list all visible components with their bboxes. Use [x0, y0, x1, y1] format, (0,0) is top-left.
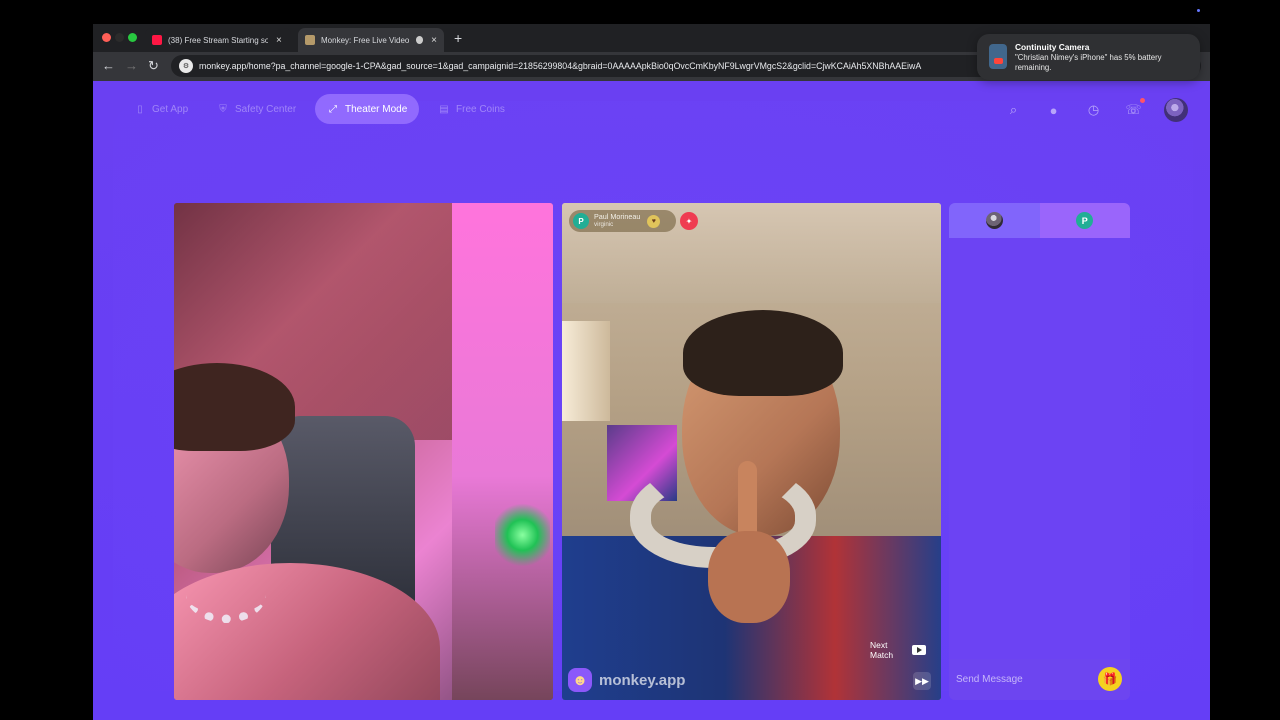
- history-icon[interactable]: ◷: [1084, 101, 1103, 120]
- forward-icon[interactable]: →: [125, 58, 138, 73]
- continuity-camera-notification[interactable]: Continuity Camera "Christian Nimey's iPh…: [977, 34, 1200, 80]
- safety-center-label: Safety Center: [235, 103, 297, 115]
- get-app-link[interactable]: ▯ Get App: [134, 94, 188, 124]
- play-icon: [912, 645, 926, 655]
- next-match-button[interactable]: Next Match: [870, 640, 926, 660]
- new-tab-button[interactable]: +: [454, 30, 462, 46]
- safety-center-link[interactable]: ⛨ Safety Center: [217, 94, 296, 124]
- partner-avatar: P: [1076, 212, 1094, 229]
- messages-icon[interactable]: ☏: [1124, 97, 1145, 120]
- person-hair: [683, 310, 843, 396]
- window-glow: [562, 321, 610, 421]
- partner-profile-chip[interactable]: P Paul Morineau virginic ♥: [569, 210, 676, 232]
- green-neon-light: [495, 501, 550, 569]
- notification-title: Continuity Camera: [1015, 42, 1090, 52]
- youtube-icon: [152, 35, 162, 45]
- monkey-icon: [305, 35, 315, 45]
- user-avatar: [985, 212, 1003, 229]
- top-right-actions: ⌕ ● ◷ ☏: [1004, 97, 1188, 122]
- message-notification-dot: [1140, 97, 1145, 103]
- url-text: monkey.app/home?pa_channel=google-1-CPA&…: [199, 61, 922, 71]
- self-video-feed: [174, 203, 553, 700]
- minimize-window-dot[interactable]: [115, 33, 124, 42]
- browser-window: (38) Free Stream Starting so × Monkey: F…: [93, 24, 1210, 720]
- theater-mode-button[interactable]: ⤢ Theater Mode: [315, 94, 420, 124]
- gift-icon[interactable]: 🎁: [1098, 667, 1122, 691]
- free-coins-label: Free Coins: [456, 103, 505, 115]
- monkey-face-icon: ☻: [568, 668, 592, 692]
- search-icon[interactable]: ⌕: [1004, 101, 1023, 120]
- chat-tab-self[interactable]: [949, 203, 1040, 238]
- tab-youtube[interactable]: (38) Free Stream Starting so ×: [145, 28, 291, 52]
- reload-icon[interactable]: ↻: [148, 58, 159, 74]
- flag-icon: ✦: [680, 212, 698, 230]
- send-message-placeholder: Send Message: [956, 674, 1023, 685]
- close-window-dot[interactable]: [102, 33, 111, 42]
- next-match-label: Next Match: [870, 640, 894, 660]
- maximize-window-dot[interactable]: [128, 33, 137, 42]
- pink-light: [452, 203, 553, 700]
- message-input[interactable]: Send Message 🎁: [949, 659, 1130, 700]
- partner-name: Paul Morineau: [594, 212, 641, 221]
- tab-close-icon[interactable]: ×: [431, 35, 437, 46]
- chat-panel: P Send Message 🎁: [949, 203, 1130, 700]
- theater-mode-label: Theater Mode: [345, 103, 408, 115]
- status-dot: [1197, 9, 1200, 12]
- back-icon[interactable]: ←: [102, 58, 115, 73]
- silver-chain: [186, 567, 266, 623]
- coin-stack-icon: ▤: [439, 103, 449, 115]
- partner-video-feed: P Paul Morineau virginic ♥ ✦ ☻ monkey.ap…: [562, 203, 941, 700]
- watermark-text: monkey.app: [599, 671, 686, 689]
- skip-forward-icon[interactable]: ▶▶: [913, 672, 931, 690]
- partner-location: virginic: [594, 221, 614, 228]
- user-avatar[interactable]: [1164, 98, 1188, 122]
- profile-circle-icon[interactable]: ●: [1044, 101, 1063, 120]
- site-info-icon[interactable]: ⚙: [179, 59, 193, 73]
- phone-battery-icon: [989, 44, 1007, 69]
- get-app-label: Get App: [152, 103, 189, 115]
- tab-title: Monkey: Free Live Video: [321, 35, 410, 45]
- hand: [708, 531, 790, 623]
- battery-warning-icon: [994, 58, 1003, 64]
- expand-icon: ⤢: [329, 103, 337, 115]
- recording-icon: [415, 36, 424, 44]
- monkey-page: ▯ Get App ⛨ Safety Center ⤢ Theater Mode…: [93, 81, 1210, 720]
- partner-avatar-initial: P: [573, 213, 589, 229]
- screen: (38) Free Stream Starting so × Monkey: F…: [0, 0, 1280, 720]
- tab-close-icon[interactable]: ×: [276, 35, 282, 46]
- phone-icon: ▯: [137, 103, 143, 115]
- free-coins-link[interactable]: ▤ Free Coins: [438, 94, 505, 124]
- heart-icon: ♥: [647, 214, 661, 228]
- notification-body: "Christian Nimey's iPhone" has 5% batter…: [1015, 53, 1162, 72]
- tab-monkey[interactable]: Monkey: Free Live Video ×: [298, 28, 444, 52]
- shield-icon: ⛨: [219, 103, 227, 115]
- chat-tabs: P: [949, 203, 1130, 238]
- monkey-watermark: ☻ monkey.app: [568, 668, 685, 692]
- chat-tab-partner[interactable]: P: [1039, 203, 1130, 238]
- tab-title: (38) Free Stream Starting so: [168, 35, 268, 45]
